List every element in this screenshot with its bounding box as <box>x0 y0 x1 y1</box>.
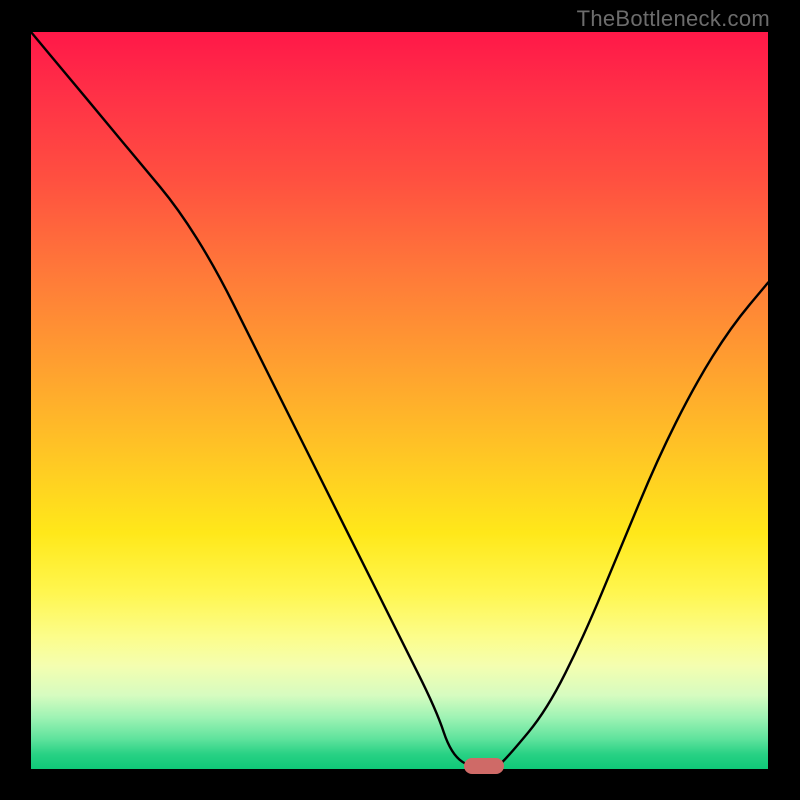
chart-frame: TheBottleneck.com <box>0 0 800 800</box>
plot-area <box>31 32 768 769</box>
bottleneck-curve <box>31 32 768 769</box>
attribution-text: TheBottleneck.com <box>577 6 770 32</box>
optimum-marker <box>464 758 504 774</box>
